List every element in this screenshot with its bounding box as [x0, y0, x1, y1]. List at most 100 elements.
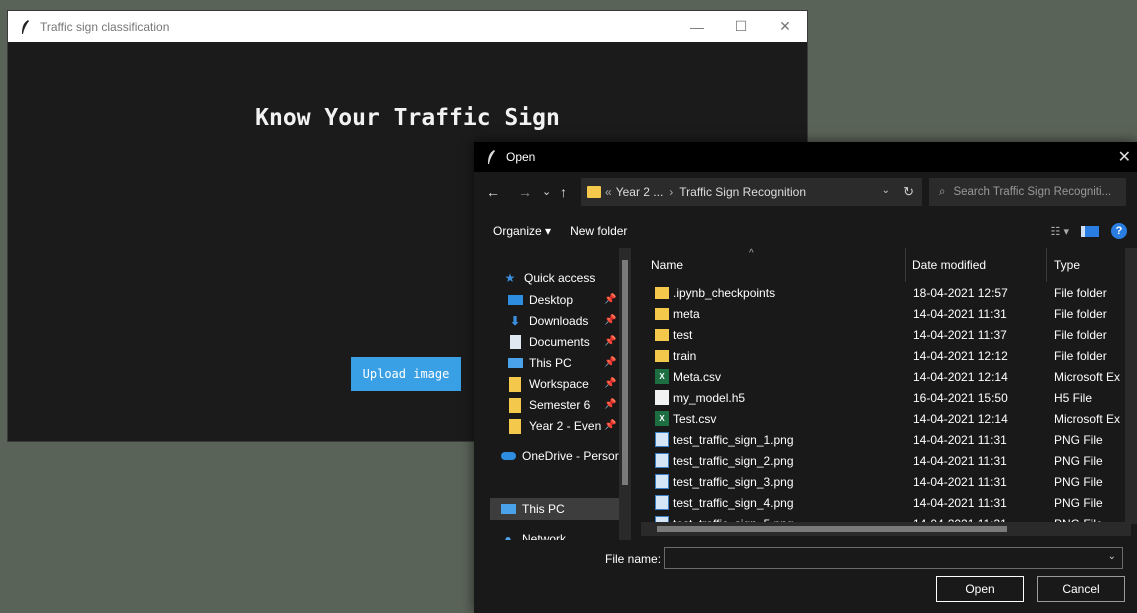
recent-locations-button[interactable]: ⌄ [542, 185, 551, 198]
search-input[interactable]: ⌕ Search Traffic Sign Recogniti... [929, 178, 1126, 206]
column-header-date[interactable]: Date modified [912, 248, 986, 282]
file-row[interactable]: test_traffic_sign_2.png 14-04-2021 11:31 P… [641, 451, 1131, 472]
file-name: my_model.h5 [673, 391, 746, 405]
column-header-name[interactable]: Name [651, 248, 683, 282]
file-row[interactable]: .ipynb_checkpoints 18-04-2021 12:57 File f… [641, 283, 1131, 304]
column-divider[interactable] [905, 248, 906, 282]
pin-icon[interactable]: 📌 [604, 357, 616, 368]
file-name-input[interactable]: ⌄ [664, 547, 1123, 569]
file-row[interactable]: test_traffic_sign_4.png 14-04-2021 11:31 P… [641, 493, 1131, 514]
folder-icon [655, 308, 669, 320]
pin-icon[interactable]: 📌 [604, 315, 616, 326]
dialog-title-bar[interactable]: Open ✕ [474, 142, 1137, 172]
address-overflow[interactable]: « [605, 185, 612, 199]
file-row[interactable]: X Test.csv 14-04-2021 12:14 Microsoft Ex [641, 409, 1131, 430]
file-date: 14-04-2021 11:31 [913, 454, 1007, 468]
breadcrumb-year2[interactable]: Year 2 ... [616, 185, 664, 199]
breadcrumb-current[interactable]: Traffic Sign Recognition [679, 185, 806, 199]
pin-icon[interactable]: 📌 [604, 336, 616, 347]
column-header-type[interactable]: Type [1054, 248, 1080, 282]
excel-file-icon: X [655, 411, 669, 426]
address-bar[interactable]: « Year 2 ... › Traffic Sign Recognition … [581, 178, 922, 206]
feather-icon [14, 16, 36, 38]
minimize-button[interactable]: — [675, 11, 719, 42]
navigation-bar: ← → ⌄ ↑ « Year 2 ... › Traffic Sign Reco… [474, 178, 1137, 210]
nav-this-pc-quick[interactable]: This PC [507, 353, 572, 373]
file-date: 14-04-2021 11:31 [913, 475, 1007, 489]
nav-network[interactable]: ● Network [500, 529, 566, 540]
file-row[interactable]: meta 14-04-2021 11:31 File folder [641, 304, 1131, 325]
nav-label: Desktop [529, 293, 574, 307]
nav-documents[interactable]: Documents [507, 332, 590, 352]
cloud-icon [500, 449, 516, 463]
folder-icon [507, 376, 523, 392]
image-file-icon [655, 474, 669, 489]
nav-semester-6[interactable]: Semester 6 [507, 395, 590, 415]
nav-label: This PC [529, 356, 572, 370]
chevron-down-icon[interactable]: ⌄ [882, 185, 890, 196]
file-name: test_traffic_sign_1.png [673, 433, 794, 447]
file-row[interactable]: test_traffic_sign_1.png 14-04-2021 11:31 P… [641, 430, 1131, 451]
file-name: test_traffic_sign_3.png [673, 475, 794, 489]
file-list-scrollbar[interactable] [1125, 248, 1137, 524]
up-button[interactable]: ↑ [560, 184, 567, 200]
star-icon: ★ [504, 271, 516, 285]
organize-button[interactable]: Organize ▾ [493, 224, 551, 238]
nav-label: Documents [529, 335, 590, 349]
file-row[interactable]: test 14-04-2021 11:37 File folder [641, 325, 1131, 346]
file-date: 14-04-2021 11:37 [913, 328, 1007, 342]
computer-icon [500, 502, 516, 516]
nav-year2-even[interactable]: Year 2 - Even [507, 416, 601, 436]
column-label: Name [651, 258, 684, 272]
nav-pane-scrollbar[interactable] [619, 248, 631, 540]
nav-label: This PC [522, 502, 565, 516]
dialog-close-button[interactable]: ✕ [1118, 147, 1131, 167]
help-icon[interactable]: ? [1111, 223, 1127, 239]
file-date: 14-04-2021 11:31 [913, 307, 1007, 321]
column-divider[interactable] [1046, 248, 1047, 282]
file-row[interactable]: X Meta.csv 14-04-2021 12:14 Microsoft Ex [641, 367, 1131, 388]
cancel-button[interactable]: Cancel [1037, 576, 1125, 602]
forward-button[interactable]: → [518, 184, 532, 200]
pin-icon[interactable]: 📌 [604, 420, 616, 431]
file-name: test_traffic_sign_2.png [673, 454, 794, 468]
file-row[interactable]: my_model.h5 16-04-2021 15:50 H5 File [641, 388, 1131, 409]
preview-pane-icon[interactable] [1081, 225, 1099, 237]
scrollbar-thumb[interactable] [657, 526, 1007, 532]
desktop-icon [507, 293, 523, 307]
back-button[interactable]: ← [486, 184, 500, 200]
file-row[interactable]: train 14-04-2021 12:12 File folder [641, 346, 1131, 367]
image-file-icon [655, 432, 669, 447]
nav-onedrive[interactable]: OneDrive - Persor [500, 446, 619, 466]
view-options-icon[interactable]: ☷ ▾ [1051, 225, 1069, 238]
file-row[interactable]: test_traffic_sign_3.png 14-04-2021 11:31 P… [641, 472, 1131, 493]
file-type: File folder [1054, 286, 1107, 300]
pin-icon[interactable]: 📌 [604, 294, 616, 305]
nav-this-pc[interactable]: This PC [500, 499, 565, 519]
scrollbar-thumb[interactable] [622, 260, 628, 485]
file-date: 14-04-2021 12:12 [913, 349, 1008, 363]
folder-icon [655, 329, 669, 341]
dialog-title: Open [506, 150, 536, 164]
nav-label: Quick access [524, 271, 596, 285]
open-button[interactable]: Open [936, 576, 1024, 602]
folder-icon [507, 418, 523, 434]
upload-image-button[interactable]: Upload image [351, 357, 461, 391]
pin-icon[interactable]: 📌 [604, 378, 616, 389]
refresh-icon[interactable]: ↻ [903, 184, 914, 200]
horizontal-scrollbar[interactable] [641, 522, 1131, 536]
nav-desktop[interactable]: Desktop [507, 290, 573, 310]
nav-downloads[interactable]: ⬇ Downloads [507, 311, 588, 331]
nav-workspace[interactable]: Workspace [507, 374, 589, 394]
nav-label: Semester 6 [529, 398, 591, 412]
main-title-bar[interactable]: Traffic sign classification — ☐ ✕ [8, 11, 807, 42]
pin-icon[interactable]: 📌 [604, 399, 616, 410]
column-label: Type [1054, 258, 1081, 272]
new-folder-button[interactable]: New folder [570, 224, 627, 238]
nav-quick-access[interactable]: ★ Quick access [502, 268, 596, 288]
maximize-button[interactable]: ☐ [719, 11, 763, 42]
close-button[interactable]: ✕ [763, 11, 807, 42]
file-type: PNG File [1054, 433, 1103, 447]
chevron-down-icon[interactable]: ⌄ [1108, 551, 1116, 562]
file-date: 14-04-2021 12:14 [913, 370, 1008, 384]
